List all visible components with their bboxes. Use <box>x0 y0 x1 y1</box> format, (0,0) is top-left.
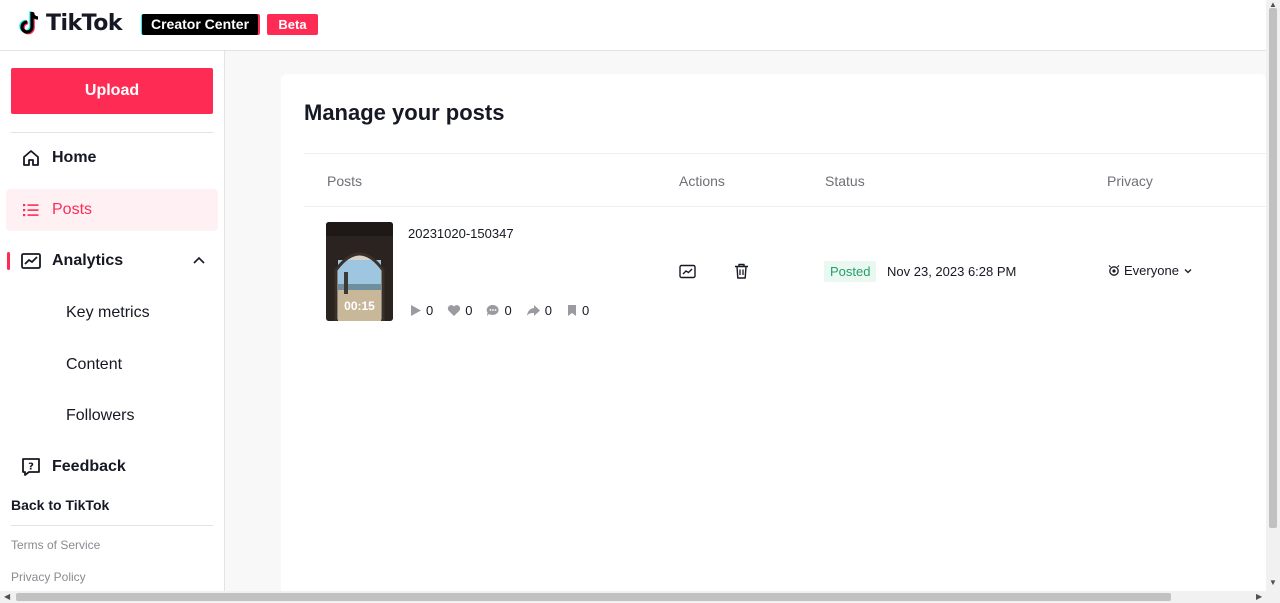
likes-count: 0 <box>465 303 473 318</box>
scroll-right-icon[interactable]: ▶ <box>1256 592 1262 601</box>
likes-stat: 0 <box>447 303 472 318</box>
list-icon <box>20 199 42 221</box>
home-icon <box>20 147 42 169</box>
vertical-scrollbar[interactable]: ▲ ▼ <box>1266 0 1280 591</box>
beta-badge: Beta <box>267 14 318 35</box>
sidebar-item-content[interactable]: Content <box>66 356 122 374</box>
sidebar-item-feedback[interactable]: ? Feedback <box>6 446 218 488</box>
comments-count: 0 <box>504 303 512 318</box>
sidebar-item-label: Posts <box>52 201 93 218</box>
share-icon <box>526 305 540 316</box>
sidebar-divider <box>11 525 213 526</box>
sidebar-item-home[interactable]: Home <box>6 137 218 179</box>
video-thumbnail[interactable]: 00:15 <box>326 222 393 321</box>
creator-center-badge: Creator Center <box>142 14 259 35</box>
analytics-chart-icon[interactable] <box>678 262 696 280</box>
privacy-policy-link[interactable]: Privacy Policy <box>11 570 86 584</box>
table-header: Posts Actions Status Privacy <box>304 153 1266 207</box>
column-header-posts: Posts <box>327 173 363 189</box>
saves-count: 0 <box>581 303 590 318</box>
svg-text:?: ? <box>28 462 34 473</box>
post-title[interactable]: 20231020-150347 <box>408 226 514 241</box>
brand-name: TikTok <box>46 10 123 36</box>
views-count: 0 <box>426 303 434 318</box>
terms-of-service-link[interactable]: Terms of Service <box>11 538 100 552</box>
column-header-actions: Actions <box>679 173 725 189</box>
scroll-left-icon[interactable]: ◀ <box>4 592 10 601</box>
sidebar-item-key-metrics[interactable]: Key metrics <box>66 304 150 322</box>
chevron-down-icon <box>1184 268 1192 273</box>
sidebar: Upload Home Posts Analytics Key metrics … <box>0 51 225 591</box>
trash-icon[interactable] <box>732 262 750 280</box>
post-date: Nov 23, 2023 6:28 PM <box>887 264 1017 279</box>
post-stats: 0 0 0 0 0 <box>409 303 603 318</box>
upload-button[interactable]: Upload <box>11 68 213 114</box>
sidebar-item-label: Home <box>52 149 97 166</box>
privacy-value: Everyone <box>1124 263 1179 278</box>
saves-stat: 0 <box>566 303 589 318</box>
views-stat: 0 <box>409 303 433 318</box>
column-header-status: Status <box>825 173 865 189</box>
visibility-icon <box>1108 265 1120 276</box>
horizontal-scroll-thumb[interactable] <box>16 593 1171 601</box>
privacy-dropdown[interactable]: Everyone <box>1107 263 1193 278</box>
shares-count: 0 <box>544 303 552 318</box>
back-to-tiktok-link[interactable]: Back to TikTok <box>11 497 109 513</box>
video-duration: 00:15 <box>344 299 375 313</box>
sidebar-item-analytics[interactable]: Analytics <box>6 240 218 282</box>
play-icon <box>411 305 421 316</box>
sidebar-item-label: Analytics <box>52 252 124 269</box>
comment-icon <box>487 304 500 316</box>
top-header: TikTok Creator Center Beta <box>0 0 1266 51</box>
posts-card: Manage your posts Posts Actions Status P… <box>281 74 1266 594</box>
sidebar-divider <box>11 132 213 133</box>
tiktok-logo[interactable]: TikTok <box>18 10 123 36</box>
bookmark-icon <box>567 305 576 316</box>
vertical-scroll-thumb[interactable] <box>1269 8 1277 528</box>
shares-stat: 0 <box>526 303 552 318</box>
analytics-icon <box>20 250 42 272</box>
page-title: Manage your posts <box>304 100 505 125</box>
tiktok-note-icon <box>19 11 39 35</box>
sidebar-item-posts[interactable]: Posts <box>6 189 218 231</box>
horizontal-scrollbar[interactable]: ◀ ▶ <box>0 591 1280 603</box>
column-header-privacy: Privacy <box>1107 173 1153 189</box>
chevron-up-icon[interactable] <box>192 254 206 268</box>
sidebar-item-label: Feedback <box>52 458 126 475</box>
heart-icon <box>448 305 461 316</box>
comments-stat: 0 <box>486 303 512 318</box>
feedback-icon: ? <box>20 456 42 478</box>
sidebar-item-followers[interactable]: Followers <box>66 407 134 425</box>
status-badge: Posted <box>824 261 877 282</box>
scroll-down-icon[interactable]: ▼ <box>1269 578 1277 587</box>
